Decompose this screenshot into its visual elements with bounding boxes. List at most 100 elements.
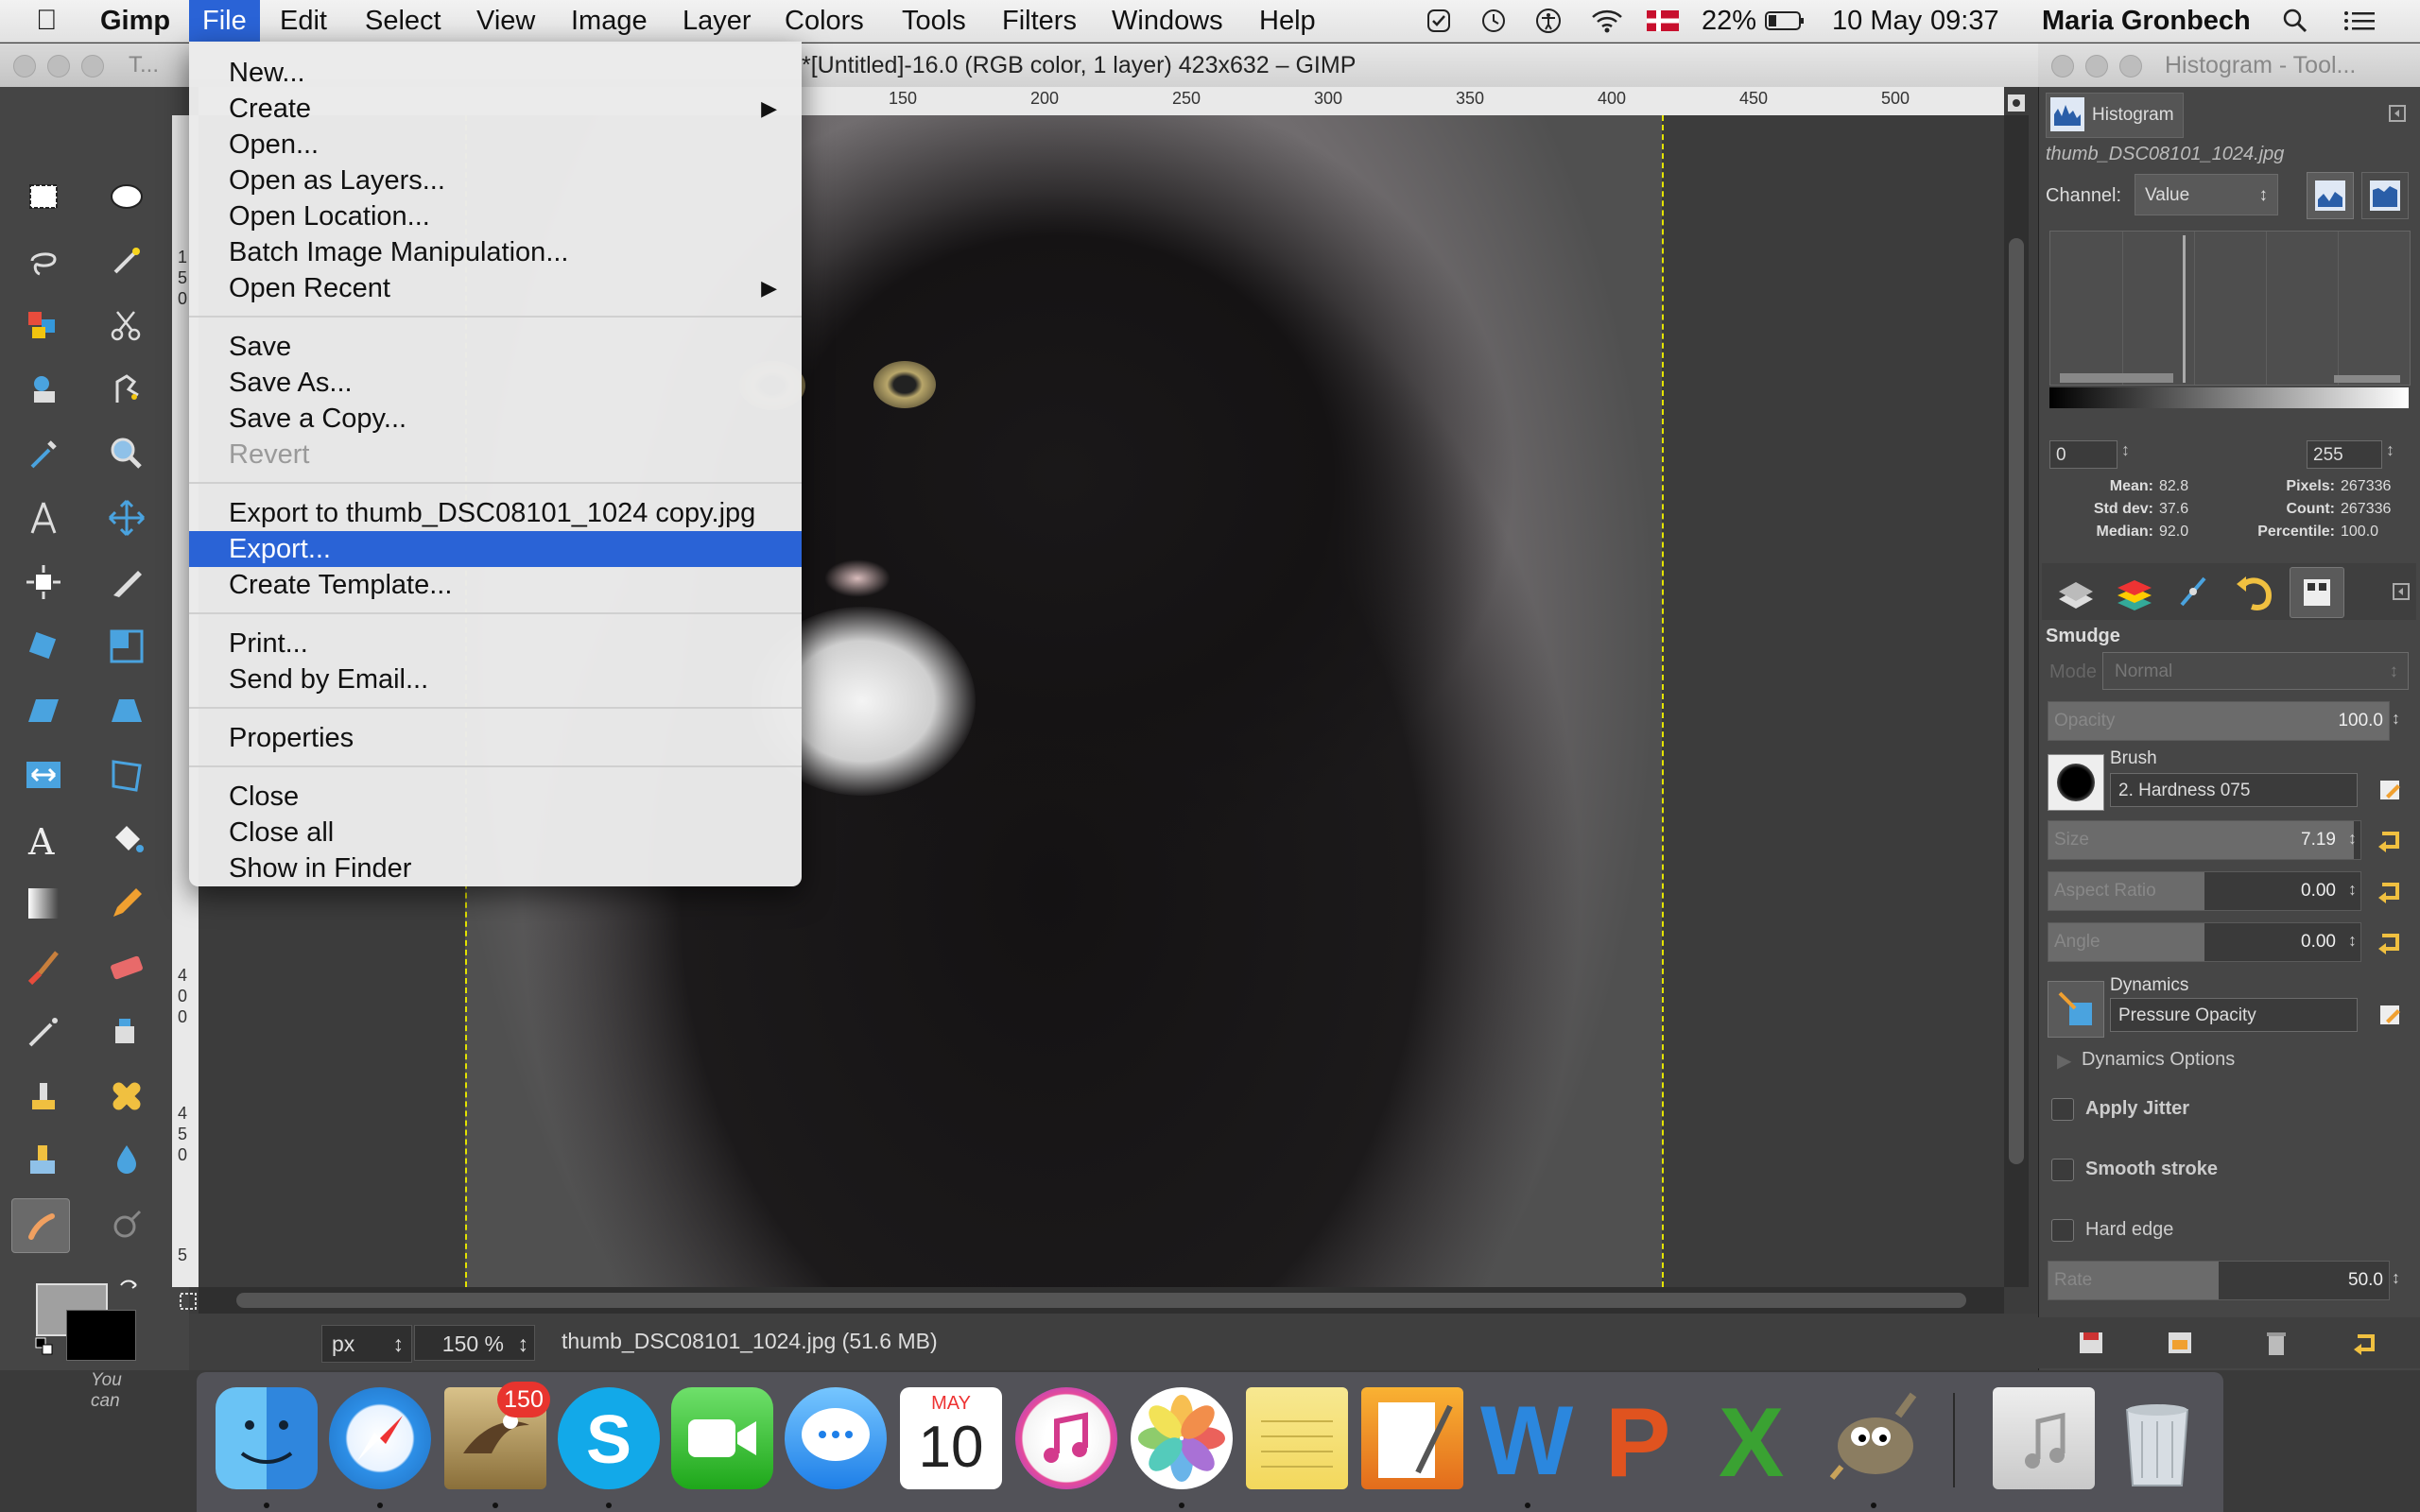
spotlight-search-icon[interactable] — [2282, 8, 2308, 34]
select-by-color-tool[interactable] — [15, 299, 72, 352]
apply-jitter-checkbox[interactable] — [2051, 1098, 2074, 1121]
file-menu-item[interactable]: Open... — [189, 127, 802, 163]
accessibility-icon[interactable] — [1535, 8, 1562, 34]
finder-app[interactable] — [216, 1387, 318, 1489]
check-circle-icon[interactable] — [1426, 8, 1452, 34]
flip-tool[interactable] — [15, 748, 72, 801]
histogram-tab[interactable]: Histogram — [2046, 93, 2184, 138]
word-app[interactable]: W — [1477, 1387, 1579, 1489]
gradient-tool[interactable] — [15, 877, 72, 930]
text-tool[interactable]: A — [15, 813, 72, 866]
linear-histogram-button[interactable] — [2307, 172, 2354, 219]
delete-options-icon[interactable] — [2261, 1329, 2291, 1357]
scale-tool[interactable] — [98, 620, 155, 673]
menu-image[interactable]: Image — [558, 0, 661, 42]
photos-app[interactable] — [1131, 1387, 1233, 1489]
tab-menu-icon[interactable] — [2388, 104, 2407, 123]
undo-history-tab-icon[interactable] — [2231, 571, 2276, 612]
gimp-app[interactable] — [1823, 1387, 1925, 1489]
itunes-app[interactable] — [1015, 1387, 1117, 1489]
log-histogram-button[interactable] — [2361, 172, 2409, 219]
aspect-ratio-slider[interactable]: Aspect Ratio 0.00 ↕ — [2048, 871, 2361, 911]
dynamics-options-expander[interactable]: Dynamics Options — [2082, 1049, 2235, 1071]
dodge-burn-tool[interactable] — [98, 1198, 155, 1251]
menubar-date[interactable]: 10 May — [1832, 0, 1922, 42]
facetime-app[interactable] — [671, 1387, 773, 1489]
calendar-app[interactable]: MAY 10 — [900, 1387, 1002, 1489]
reset-size-icon[interactable] — [2375, 826, 2405, 854]
paths-tab-icon[interactable] — [2172, 571, 2218, 612]
edit-brush-icon[interactable] — [2378, 777, 2403, 801]
file-menu-item[interactable]: Create Template... — [189, 567, 802, 603]
excel-app[interactable]: X — [1707, 1387, 1809, 1489]
menu-tools[interactable]: Tools — [889, 0, 979, 42]
dock-minimize-button[interactable] — [2085, 55, 2108, 77]
horizontal-scrollbar[interactable] — [199, 1287, 2004, 1314]
file-menu-item[interactable]: Save As... — [189, 365, 802, 401]
menu-view[interactable]: View — [463, 0, 548, 42]
dynamics-name-field[interactable]: Pressure Opacity — [2110, 998, 2358, 1032]
minimize-button[interactable] — [47, 55, 70, 77]
file-menu-item[interactable]: Open Recent ▶ — [189, 270, 802, 306]
menubar-user[interactable]: Maria Gronbech — [2042, 0, 2251, 42]
file-menu-item[interactable]: Batch Image Manipulation... — [189, 234, 802, 270]
file-menu-item[interactable]: Save — [189, 329, 802, 365]
file-menu-item[interactable]: Show in Finder — [189, 850, 802, 886]
safari-app[interactable] — [329, 1387, 431, 1489]
default-colors-icon[interactable] — [34, 1336, 55, 1357]
dock-close-button[interactable] — [2051, 55, 2074, 77]
file-menu-item[interactable]: Create ▶ — [189, 91, 802, 127]
eraser-tool[interactable] — [98, 941, 155, 994]
heal-tool[interactable] — [98, 1070, 155, 1123]
brush-name-field[interactable]: 2. Hardness 075 — [2110, 773, 2358, 807]
navigate-icon[interactable] — [2006, 93, 2027, 113]
opacity-slider[interactable]: Opacity 100.0 — [2048, 701, 2390, 741]
menu-file[interactable]: File — [189, 0, 260, 42]
menubar-time[interactable]: 09:37 — [1930, 0, 1999, 42]
fuzzy-select-tool[interactable] — [98, 234, 155, 287]
device-status-tab[interactable] — [2290, 567, 2344, 618]
perspective-tool[interactable] — [98, 684, 155, 737]
layers-tab-icon[interactable] — [2112, 571, 2157, 612]
wifi-icon[interactable] — [1590, 8, 1624, 34]
tool-options-tab-icon[interactable] — [2053, 571, 2099, 612]
zoom-tool[interactable] — [98, 427, 155, 480]
trash-app[interactable] — [2106, 1387, 2208, 1489]
hard-edge-checkbox[interactable] — [2051, 1219, 2074, 1242]
skype-app[interactable]: S — [558, 1387, 660, 1489]
edit-dynamics-icon[interactable] — [2378, 1002, 2403, 1026]
menu-filters[interactable]: Filters — [989, 0, 1090, 42]
close-button[interactable] — [13, 55, 36, 77]
paintbrush-tool[interactable] — [15, 941, 72, 994]
align-tool[interactable] — [15, 556, 72, 609]
file-menu-item[interactable]: Export to thumb_DSC08101_1024 copy.jpg — [189, 495, 802, 531]
paths-tool[interactable] — [98, 363, 155, 416]
measure-tool[interactable] — [15, 491, 72, 544]
ink-tool[interactable] — [98, 1005, 155, 1058]
file-menu-item[interactable]: Save a Copy... — [189, 401, 802, 437]
rate-slider[interactable]: Rate 50.0 — [2048, 1261, 2390, 1300]
opacity-spin-icon[interactable]: ↕ — [2392, 709, 2400, 729]
file-menu-item[interactable]: New... — [189, 55, 802, 91]
file-menu-item[interactable]: Export... — [189, 531, 802, 567]
histogram-graph[interactable] — [2049, 231, 2411, 386]
cage-transform-tool[interactable] — [98, 748, 155, 801]
file-menu-item[interactable]: Print... — [189, 626, 802, 662]
notes-app[interactable] — [1246, 1387, 1348, 1489]
brush-preview[interactable] — [2048, 754, 2104, 811]
notification-center-icon[interactable] — [2342, 8, 2377, 34]
reset-options-icon[interactable] — [2350, 1329, 2380, 1357]
free-select-tool[interactable] — [15, 234, 72, 287]
channel-select[interactable]: Value ↕ — [2135, 174, 2278, 215]
airbrush-tool[interactable] — [15, 1005, 72, 1058]
scissors-select-tool[interactable] — [98, 299, 155, 352]
shear-tool[interactable] — [15, 684, 72, 737]
file-menu-item[interactable]: Close all — [189, 815, 802, 850]
music-file-stack[interactable] — [1993, 1387, 2095, 1489]
swap-colors-icon[interactable] — [117, 1278, 140, 1300]
rotate-tool[interactable] — [15, 620, 72, 673]
menu-edit[interactable]: Edit — [267, 0, 340, 42]
move-tool[interactable] — [98, 491, 155, 544]
dynamics-preview[interactable] — [2048, 981, 2104, 1038]
angle-spin-icon[interactable]: ↕ — [2348, 931, 2357, 951]
